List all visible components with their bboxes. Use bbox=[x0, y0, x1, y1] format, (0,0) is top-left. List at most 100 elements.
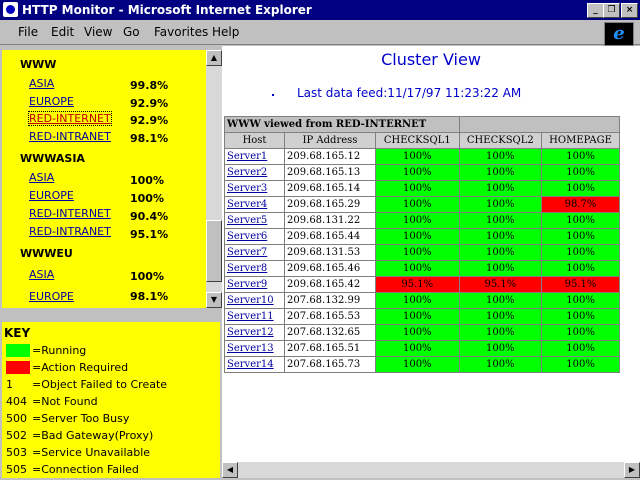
close-button[interactable]: × bbox=[621, 3, 638, 18]
scroll-up-button[interactable]: ▲ bbox=[206, 50, 222, 66]
group-link[interactable]: RED-INTRANET bbox=[29, 225, 111, 238]
status-cell: 100% bbox=[374, 148, 460, 165]
host-cell: Server2 bbox=[223, 164, 286, 181]
status-cell: 100% bbox=[374, 308, 460, 325]
status-cell: 100% bbox=[541, 212, 620, 229]
status-cell: 100% bbox=[374, 340, 460, 357]
host-link[interactable]: Server8 bbox=[227, 263, 267, 274]
group-pct: 100% bbox=[130, 270, 164, 283]
key-text: =Service Unavailable bbox=[32, 446, 151, 459]
host-cell: Server11 bbox=[223, 308, 286, 325]
table-row: Server14 207.68.165.73 100% 100% 100% bbox=[223, 356, 620, 373]
app-icon[interactable] bbox=[3, 2, 18, 17]
group-link[interactable]: RED-INTERNET bbox=[28, 111, 112, 126]
status-cell: 95.1% bbox=[541, 276, 620, 293]
key-code: 505 bbox=[6, 463, 27, 476]
host-link[interactable]: Server11 bbox=[227, 311, 274, 322]
menu-edit[interactable]: Edit bbox=[51, 25, 74, 39]
status-cell: 100% bbox=[541, 148, 620, 165]
host-link[interactable]: Server14 bbox=[227, 359, 274, 370]
status-cell: 100% bbox=[541, 308, 620, 325]
status-cell: 100% bbox=[374, 164, 460, 181]
table-caption: WWW viewed from RED-INTERNET bbox=[224, 116, 460, 133]
menu-favorites[interactable]: Favorites bbox=[154, 25, 208, 39]
key-text: =Bad Gateway(Proxy) bbox=[32, 429, 154, 442]
status-cell: 100% bbox=[458, 340, 543, 357]
scroll-thumb[interactable] bbox=[206, 220, 222, 282]
group-pct: 95.1% bbox=[130, 228, 169, 241]
status-cell: 95.1% bbox=[374, 276, 460, 293]
key-text: =Action Required bbox=[32, 361, 129, 374]
ip-cell: 207.68.132.65 bbox=[284, 324, 376, 341]
status-cell: 100% bbox=[374, 180, 460, 197]
host-link[interactable]: Server12 bbox=[227, 327, 274, 338]
title-bar: HTTP Monitor - Microsoft Internet Explor… bbox=[0, 0, 640, 20]
minimize-button[interactable]: _ bbox=[587, 3, 604, 18]
group-link[interactable]: ASIA bbox=[29, 77, 54, 90]
ip-cell: 209.68.165.12 bbox=[284, 148, 376, 165]
key-code: 1 bbox=[6, 378, 13, 391]
ip-cell: 209.68.165.29 bbox=[284, 196, 376, 213]
host-cell: Server9 bbox=[223, 276, 286, 293]
status-cell: 100% bbox=[458, 260, 543, 277]
group-pct: 90.4% bbox=[130, 210, 169, 223]
menu-view[interactable]: View bbox=[84, 25, 112, 39]
status-cell: 100% bbox=[374, 212, 460, 229]
status-cell: 100% bbox=[458, 308, 543, 325]
host-link[interactable]: Server9 bbox=[227, 279, 267, 290]
host-link[interactable]: Server3 bbox=[227, 183, 267, 194]
key-code: 404 bbox=[6, 395, 27, 408]
left-scrollbar[interactable]: ▲ ▼ bbox=[206, 50, 222, 308]
host-link[interactable]: Server5 bbox=[227, 215, 267, 226]
key-code: 502 bbox=[6, 429, 27, 442]
table-row: Server12 207.68.132.65 100% 100% 100% bbox=[223, 324, 620, 341]
menu-go[interactable]: Go bbox=[123, 25, 140, 39]
status-cell: 100% bbox=[541, 324, 620, 341]
host-cell: Server8 bbox=[223, 260, 286, 277]
key-panel: KEY =Running =Action Required 1 =Object … bbox=[2, 322, 220, 478]
restore-button[interactable]: ❐ bbox=[603, 3, 620, 18]
status-cell: 100% bbox=[458, 356, 543, 373]
group-link[interactable]: ASIA bbox=[29, 268, 54, 281]
group-link[interactable]: EUROPE bbox=[29, 290, 74, 303]
host-link[interactable]: Server13 bbox=[227, 343, 274, 354]
group-link[interactable]: RED-INTERNET bbox=[29, 207, 111, 220]
host-link[interactable]: Server10 bbox=[227, 295, 274, 306]
host-link[interactable]: Server4 bbox=[227, 199, 267, 210]
column-header: HOMEPAGE bbox=[541, 132, 620, 149]
host-cell: Server7 bbox=[223, 244, 286, 261]
group-link[interactable]: RED-INTRANET bbox=[29, 130, 111, 143]
scroll-left-button[interactable]: ◀ bbox=[222, 462, 238, 478]
status-cell: 95.1% bbox=[458, 276, 543, 293]
status-cell: 100% bbox=[458, 324, 543, 341]
table-row: Server7 209.68.131.53 100% 100% 100% bbox=[223, 244, 620, 261]
group-link[interactable]: EUROPE bbox=[29, 95, 74, 108]
table-row: Server2 209.68.165.13 100% 100% 100% bbox=[223, 164, 620, 181]
scroll-right-button[interactable]: ▶ bbox=[624, 462, 640, 478]
host-cell: Server6 bbox=[223, 228, 286, 245]
status-cell: 100% bbox=[374, 196, 460, 213]
horizontal-scrollbar[interactable]: ◀ ▶ bbox=[222, 462, 640, 478]
status-cell: 100% bbox=[374, 292, 460, 309]
group-link[interactable]: EUROPE bbox=[29, 189, 74, 202]
group-title: WWW bbox=[20, 58, 57, 71]
menu-file[interactable]: File bbox=[18, 25, 38, 39]
host-link[interactable]: Server2 bbox=[227, 167, 267, 178]
status-cell: 100% bbox=[374, 356, 460, 373]
table-row: Server5 209.68.131.22 100% 100% 100% bbox=[223, 212, 620, 229]
table-row: Server13 207.68.165.51 100% 100% 100% bbox=[223, 340, 620, 357]
green-swatch bbox=[6, 344, 30, 357]
ip-cell: 207.68.132.99 bbox=[284, 292, 376, 309]
table-row: Server4 209.68.165.29 100% 100% 98.7% bbox=[223, 196, 620, 213]
status-cell: 100% bbox=[374, 228, 460, 245]
menu-help[interactable]: Help bbox=[212, 25, 239, 39]
host-link[interactable]: Server6 bbox=[227, 231, 267, 242]
table-row: Server10 207.68.132.99 100% 100% 100% bbox=[223, 292, 620, 309]
ip-cell: 207.68.165.51 bbox=[284, 340, 376, 357]
scroll-down-button[interactable]: ▼ bbox=[206, 292, 222, 308]
group-link[interactable]: ASIA bbox=[29, 171, 54, 184]
host-link[interactable]: Server1 bbox=[227, 151, 267, 162]
status-cell: 100% bbox=[458, 292, 543, 309]
status-cell: 100% bbox=[458, 212, 543, 229]
host-link[interactable]: Server7 bbox=[227, 247, 267, 258]
